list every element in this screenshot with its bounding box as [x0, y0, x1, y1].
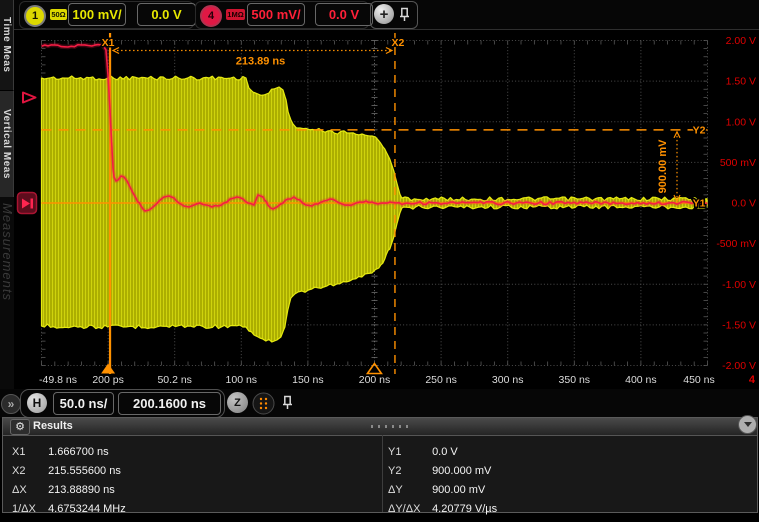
svg-text:-500 mV: -500 mV: [716, 238, 756, 250]
time-axis-labels: -49.8 ns 200 ps 50.2 ns 100 ns 150 ns 200 ns 2…: [39, 374, 756, 386]
channel4-impedance-badge: 1MΩ: [226, 9, 245, 20]
result-label: ΔX: [12, 484, 45, 497]
svg-text:300 ns: 300 ns: [492, 374, 524, 386]
result-value: 1.666700 ns: [48, 446, 109, 458]
add-channel-button[interactable]: +: [374, 4, 394, 24]
splitter-dots-icon[interactable]: [371, 425, 411, 428]
horizontal-settings-panel: H 50.0 ns/ 200.1600 ns: [20, 389, 225, 418]
svg-text:0.0 V: 0.0 V: [731, 198, 756, 210]
svg-text:450 ns: 450 ns: [683, 374, 715, 386]
result-label: X1: [12, 446, 45, 459]
svg-text:200 ps: 200 ps: [92, 374, 124, 386]
knob-icon[interactable]: [252, 392, 275, 420]
expand-panel-button[interactable]: »: [1, 394, 21, 414]
result-label: Y1: [388, 446, 429, 459]
gear-icon[interactable]: ⚙: [10, 419, 30, 435]
horizontal-toolbar: » H 50.0 ns/ 200.1600 ns Z: [0, 389, 759, 418]
svg-text:50.2 ns: 50.2 ns: [157, 374, 191, 386]
result-value: 0.0 V: [432, 446, 458, 458]
result-label: Y2: [388, 465, 429, 478]
voltage-axis-labels: 2.00 V 1.50 V 1.00 V 500 mV 0.0 V -500 mV -1.0…: [716, 35, 756, 372]
results-title: Results: [33, 420, 73, 432]
svg-text:1.00 V: 1.00 V: [726, 116, 756, 128]
svg-text:350 ns: 350 ns: [559, 374, 591, 386]
zoom-mode-button[interactable]: Z: [227, 392, 248, 413]
svg-text:900.00 mV: 900.00 mV: [657, 139, 669, 193]
svg-text:1.50 V: 1.50 V: [726, 76, 756, 88]
svg-text:X2: X2: [392, 37, 405, 49]
results-header[interactable]: ⚙ Results: [3, 418, 757, 436]
svg-text:213.89 ns: 213.89 ns: [236, 56, 286, 68]
timebase-scale-field[interactable]: 50.0 ns/: [53, 392, 114, 415]
svg-text:100 ns: 100 ns: [226, 374, 258, 386]
oscilloscope-app: { "colors":{"ch1":"#e0e000","ch4":"#f51c…: [0, 0, 759, 513]
channel1-impedance-badge: 50Ω: [50, 9, 67, 20]
results-y-column: Y1 0.0 V Y2 900.000 mV ΔY 900.00 mV ΔY/Δ…: [388, 446, 497, 522]
trigger-level-marker[interactable]: [23, 93, 36, 103]
svg-text:Y1: Y1: [693, 198, 706, 210]
channel4-offset-field[interactable]: 0.0 V: [315, 3, 373, 26]
results-panel: ⚙ Results X1 1.666700 ns X2 215.555600 n…: [2, 417, 758, 513]
svg-text:-2.00 V: -2.00 V: [722, 360, 756, 372]
add-pin-group: +: [370, 1, 418, 29]
svg-text:Y2: Y2: [693, 124, 706, 136]
result-value: 900.000 mV: [432, 465, 491, 477]
result-value: 4.6753244 MHz: [48, 503, 126, 515]
result-row: Y2 900.000 mV: [388, 465, 497, 484]
svg-text:2.00 V: 2.00 V: [726, 35, 756, 47]
channel4-group: 4 1MΩ 500 mV/ 0.0 V: [195, 1, 369, 29]
result-label: 1/ΔX: [12, 503, 45, 516]
collapse-results-button[interactable]: [738, 415, 757, 434]
result-value: 900.00 mV: [432, 484, 485, 496]
result-row: X1 1.666700 ns: [12, 446, 126, 465]
svg-text:4: 4: [749, 374, 756, 386]
channel4-button[interactable]: 4: [200, 5, 222, 27]
result-row: Y1 0.0 V: [388, 446, 497, 465]
top-toolbar: 1 50Ω 100 mV/ 0.0 V 4 1MΩ 500 mV/ 0.0 V …: [14, 0, 759, 30]
channel1-button[interactable]: 1: [24, 5, 46, 27]
svg-text:-1.50 V: -1.50 V: [722, 319, 756, 331]
results-column-divider: [382, 435, 383, 512]
scope-display: X1 X2 Y1 Y2 213.89 ns 900.00 mV -49.8 ns 200 ps…: [0, 29, 759, 390]
result-row: ΔY 900.00 mV: [388, 484, 497, 503]
svg-text:150 ns: 150 ns: [292, 374, 324, 386]
svg-text:X1: X1: [102, 37, 115, 49]
result-value: 215.555600 ns: [48, 465, 121, 477]
result-value: 213.88890 ns: [48, 484, 115, 496]
svg-text:500 mV: 500 mV: [720, 157, 756, 169]
channel1-offset-field[interactable]: 0.0 V: [137, 3, 196, 26]
svg-text:-1.00 V: -1.00 V: [722, 279, 756, 291]
results-x-column: X1 1.666700 ns X2 215.555600 ns ΔX 213.8…: [12, 446, 126, 522]
result-value: 4.20779 V/µs: [432, 503, 497, 515]
channel1-scale-field[interactable]: 100 mV/: [68, 3, 126, 26]
result-label: X2: [12, 465, 45, 478]
timebase-delay-field[interactable]: 200.1600 ns: [118, 392, 221, 415]
svg-text:200 ns: 200 ns: [359, 374, 391, 386]
svg-text:250 ns: 250 ns: [425, 374, 457, 386]
svg-text:-49.8 ns: -49.8 ns: [39, 374, 77, 386]
pin-icon[interactable]: [281, 394, 294, 411]
pin-icon[interactable]: [398, 6, 411, 23]
result-label: ΔY: [388, 484, 429, 497]
result-row: ΔX 213.88890 ns: [12, 484, 126, 503]
svg-text:400 ns: 400 ns: [625, 374, 657, 386]
horizontal-button[interactable]: H: [27, 393, 47, 413]
result-row: X2 215.555600 ns: [12, 465, 126, 484]
result-label: ΔY/ΔX: [388, 503, 429, 516]
channel4-ground-marker[interactable]: [18, 193, 37, 214]
channel4-scale-field[interactable]: 500 mV/: [247, 3, 305, 26]
channel1-group: 1 50Ω 100 mV/ 0.0 V: [19, 1, 194, 29]
